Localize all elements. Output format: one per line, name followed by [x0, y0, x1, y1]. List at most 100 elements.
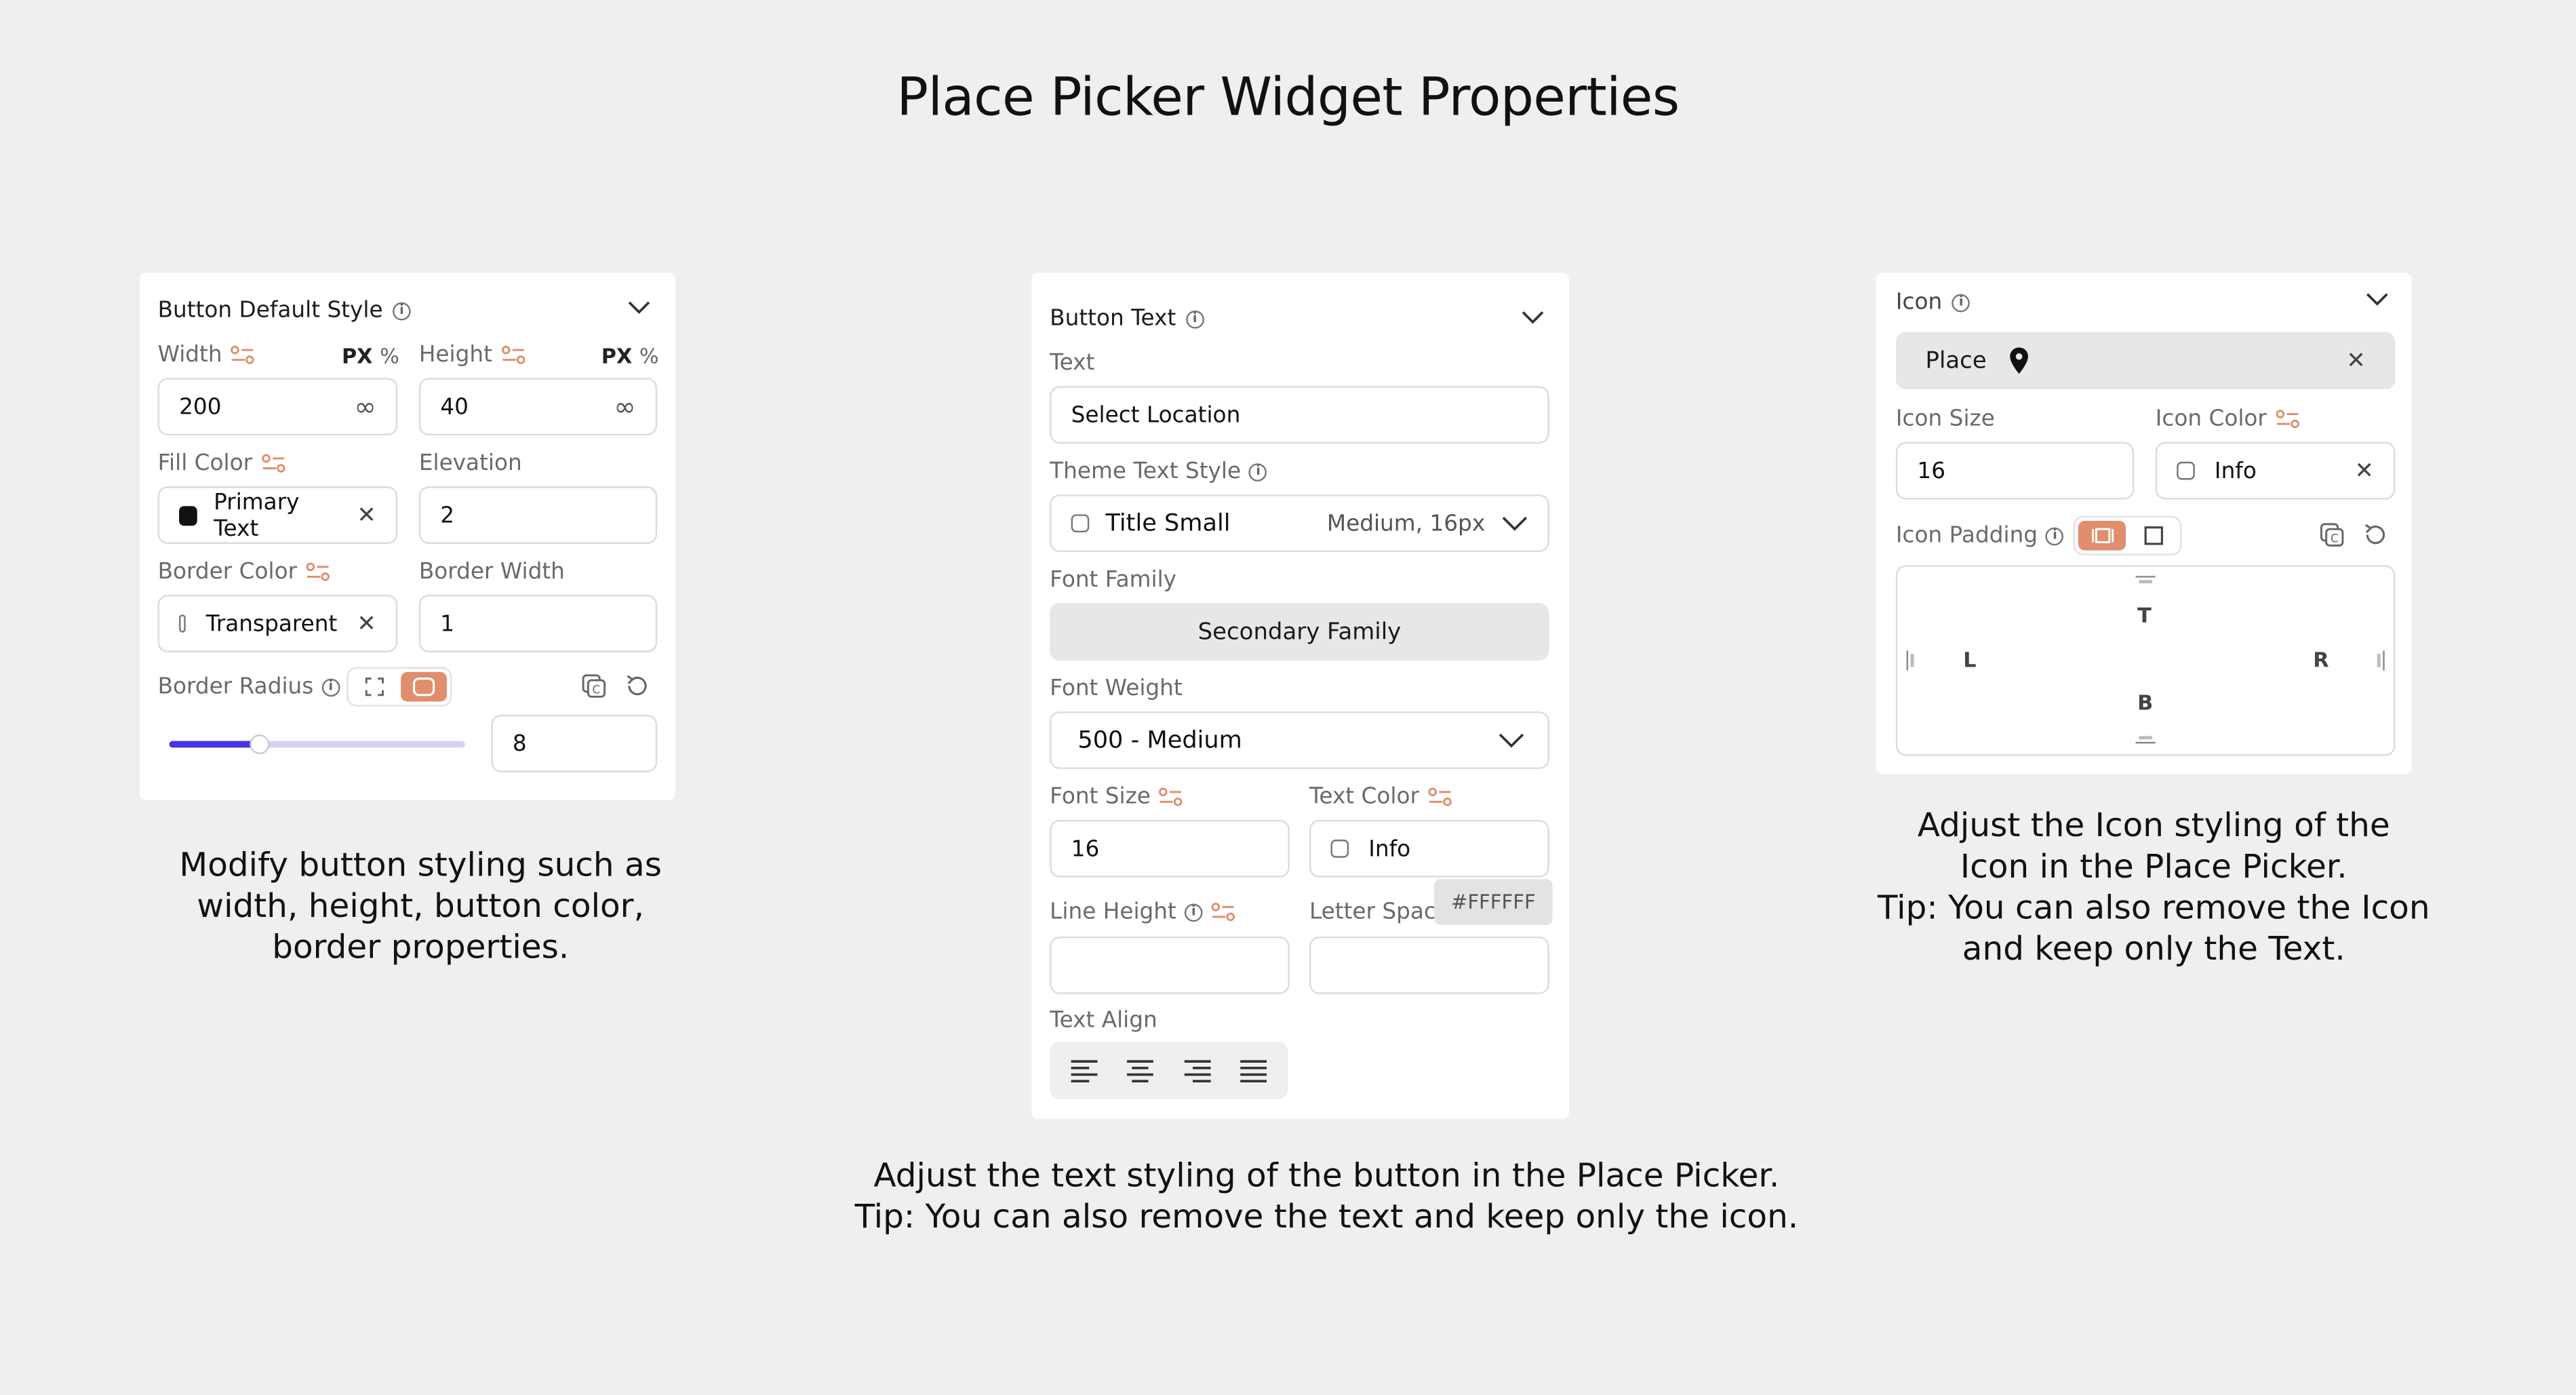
infinity-icon[interactable]: ∞: [614, 391, 635, 423]
close-icon[interactable]: ✕: [2346, 349, 2365, 372]
right-handle-icon[interactable]: [2375, 649, 2385, 672]
padding-all-option[interactable]: [2129, 521, 2177, 551]
elevation-input[interactable]: 2: [418, 486, 658, 544]
left-handle-icon[interactable]: [1905, 649, 1916, 672]
caption-left: Modify button styling such as width, hei…: [141, 844, 700, 968]
font-size-input[interactable]: 16: [1050, 819, 1290, 878]
align-center-icon[interactable]: [1126, 1057, 1156, 1084]
theme-text-style-label-row: Theme Text Style i: [1050, 458, 1267, 485]
tune-icon[interactable]: [500, 345, 527, 365]
color-swatch: [179, 505, 197, 526]
padding-right-label[interactable]: R: [2313, 648, 2329, 672]
info-icon[interactable]: i: [321, 677, 340, 696]
chevron-down-icon[interactable]: [1522, 311, 1545, 326]
info-icon[interactable]: i: [1951, 293, 1970, 312]
font-weight-select[interactable]: 500 - Medium: [1050, 711, 1549, 769]
tune-icon[interactable]: [231, 345, 257, 365]
tune-icon[interactable]: [1211, 902, 1237, 922]
tune-icon[interactable]: [260, 454, 287, 473]
line-height-input[interactable]: [1050, 936, 1290, 994]
icon-panel: Icon i Place ✕ Icon Size Icon Color 16 I…: [1876, 273, 2412, 774]
border-color-label-row: Border Color: [158, 559, 332, 585]
caption-line: Modify button styling such as: [179, 844, 662, 884]
radius-all-option[interactable]: [401, 671, 448, 702]
width-value: 200: [179, 393, 222, 420]
padding-top-label[interactable]: T: [2137, 603, 2152, 627]
align-left-icon[interactable]: [1070, 1057, 1100, 1084]
close-icon[interactable]: ✕: [357, 612, 376, 635]
close-icon[interactable]: ✕: [357, 504, 376, 527]
border-radius-input[interactable]: 8: [491, 714, 658, 772]
caption-line: Icon in the Place Picker.: [1960, 846, 2347, 886]
icon-color-field[interactable]: Info ✕: [2155, 441, 2396, 500]
bottom-handle-icon[interactable]: [2134, 734, 2157, 745]
unit-px[interactable]: PX: [342, 343, 373, 368]
svg-text:C: C: [2331, 532, 2339, 545]
info-icon[interactable]: i: [1184, 903, 1203, 921]
unit-percent[interactable]: %: [380, 343, 399, 368]
radius-individual-option[interactable]: [351, 672, 397, 702]
slider-thumb[interactable]: [250, 734, 270, 755]
padding-sides-icon: [2090, 528, 2113, 543]
info-icon[interactable]: i: [2046, 526, 2064, 545]
font-family-label: Font Family: [1050, 566, 1177, 593]
reset-icon[interactable]: [2362, 522, 2387, 547]
padding-individual-option[interactable]: [2078, 521, 2126, 551]
panel-header: Button Default Style i: [158, 298, 411, 323]
font-size-value: 16: [1071, 835, 1100, 862]
icon-select[interactable]: Place ✕: [1895, 332, 2396, 390]
fill-color-value: Primary Text: [214, 488, 300, 542]
chevron-down-icon[interactable]: [2366, 292, 2389, 307]
color-swatch: [179, 614, 186, 633]
info-icon[interactable]: i: [1249, 463, 1267, 481]
align-justify-icon[interactable]: [1238, 1057, 1268, 1084]
chevron-down-icon[interactable]: [628, 300, 651, 315]
color-swatch: [1330, 840, 1349, 858]
copy-icon[interactable]: C: [2320, 522, 2346, 549]
height-unit-toggle[interactable]: PX %: [601, 343, 659, 368]
text-input[interactable]: Select Location: [1050, 386, 1549, 444]
tune-icon[interactable]: [1159, 787, 1185, 807]
padding-left-label[interactable]: L: [1963, 648, 1976, 672]
tune-icon[interactable]: [2275, 409, 2301, 429]
padding-bottom-label[interactable]: B: [2137, 690, 2153, 715]
caption-line: Adjust the Icon styling of the: [1917, 805, 2390, 845]
border-width-value: 1: [440, 610, 455, 637]
letter-spacing-label: Letter Spaci: [1309, 899, 1443, 926]
border-color-field[interactable]: Transparent ✕: [157, 595, 398, 652]
infinity-icon[interactable]: ∞: [355, 391, 376, 423]
align-right-icon[interactable]: [1183, 1057, 1212, 1084]
width-input[interactable]: 200 ∞: [157, 378, 398, 436]
reset-icon[interactable]: [625, 673, 649, 698]
text-label: Text: [1050, 350, 1095, 376]
icon-size-input[interactable]: 16: [1895, 441, 2135, 500]
border-width-input[interactable]: 1: [418, 595, 658, 652]
tune-icon[interactable]: [1427, 787, 1454, 807]
icon-color-label: Icon Color: [2155, 406, 2267, 433]
width-unit-toggle[interactable]: PX %: [342, 343, 399, 368]
unit-percent[interactable]: %: [639, 343, 659, 368]
font-family-button[interactable]: Secondary Family: [1050, 603, 1549, 661]
letter-spacing-input[interactable]: [1309, 936, 1549, 994]
padding-mode-toggle[interactable]: [2073, 515, 2182, 555]
button-text-panel: Button Text i Text Select Location Theme…: [1031, 273, 1569, 1119]
close-icon[interactable]: ✕: [2355, 459, 2374, 482]
info-icon[interactable]: i: [393, 301, 411, 320]
copy-icon[interactable]: C: [582, 673, 608, 700]
border-color-value: Transparent: [205, 610, 338, 637]
top-handle-icon[interactable]: [2134, 575, 2157, 585]
text-align-label: Text Align: [1050, 1007, 1157, 1034]
chevron-down-icon[interactable]: [1501, 515, 1528, 532]
unit-px[interactable]: PX: [601, 343, 633, 368]
chevron-down-icon[interactable]: [1499, 732, 1525, 748]
text-color-field[interactable]: Info: [1309, 819, 1549, 878]
info-icon[interactable]: i: [1185, 309, 1204, 328]
radius-mode-toggle[interactable]: [346, 667, 452, 707]
theme-style-select[interactable]: Title Small Medium, 16px: [1050, 494, 1549, 553]
fill-color-label-row: Fill Color: [158, 450, 287, 477]
tune-icon[interactable]: [305, 562, 332, 582]
fill-color-field[interactable]: Primary Text ✕: [157, 486, 398, 544]
height-input[interactable]: 40 ∞: [418, 378, 658, 436]
elevation-label: Elevation: [418, 450, 522, 477]
width-label-row: Width: [158, 342, 257, 368]
